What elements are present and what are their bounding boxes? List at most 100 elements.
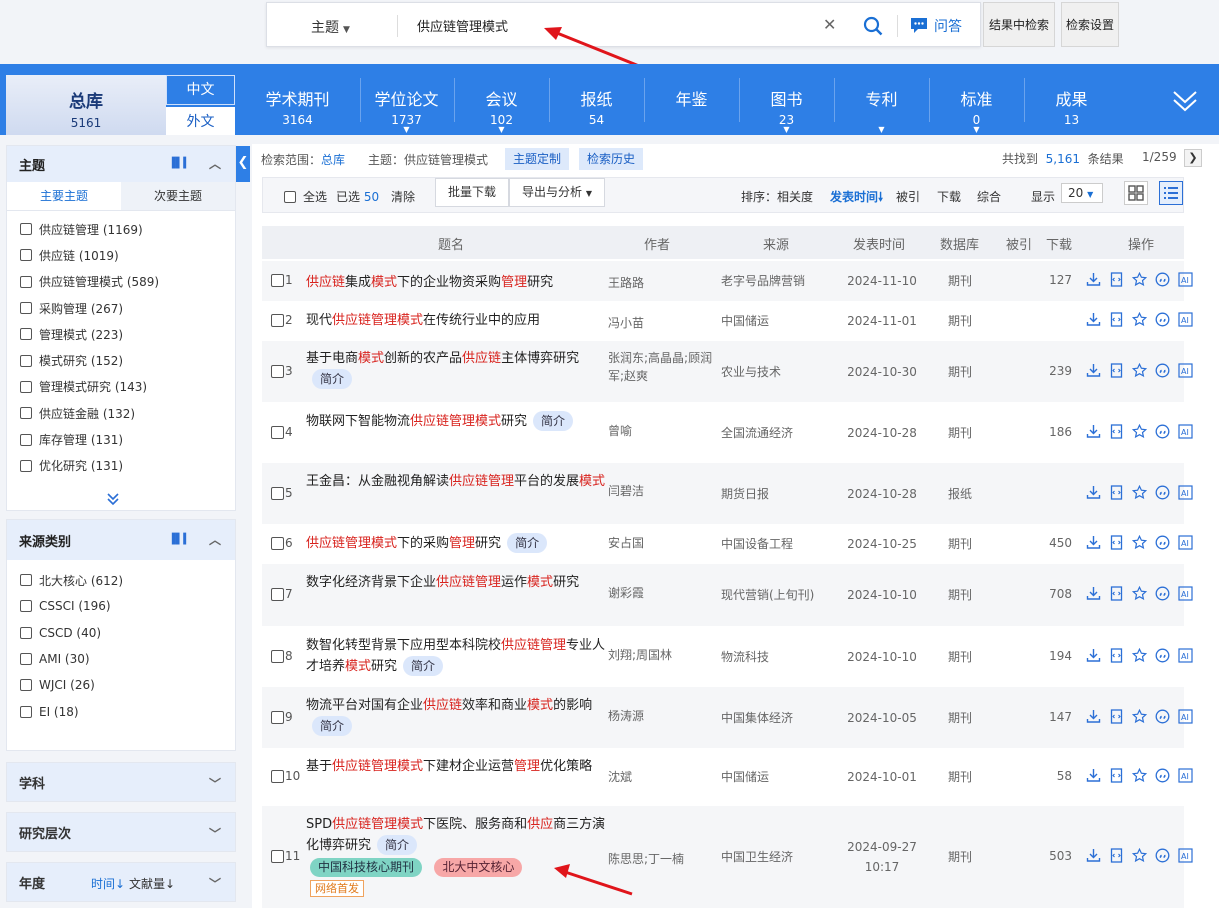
result-title[interactable]: 数智化转型背景下应用型本科院校供应链管理专业人才培养模式研究 简介	[306, 636, 606, 677]
favorite-star-icon[interactable]	[1132, 424, 1147, 439]
result-author[interactable]: 刘翔;周国林	[608, 646, 718, 664]
topic-item[interactable]: 模式研究 (152)	[7, 347, 235, 373]
grid-view-button[interactable]	[1124, 181, 1148, 205]
ai-icon[interactable]: AI	[1178, 535, 1193, 550]
col-title[interactable]: 题名	[438, 234, 464, 253]
html-read-icon[interactable]	[1109, 586, 1124, 601]
result-source[interactable]: 物流科技	[721, 648, 769, 665]
result-author[interactable]: 冯小苗	[608, 314, 718, 332]
result-author[interactable]: 曾喻	[608, 422, 718, 440]
bar-chart-icon[interactable]: ▐▌▍	[168, 534, 191, 545]
source-item[interactable]: AMI (30)	[7, 646, 235, 672]
nav-item-books[interactable]: 图书 23 ▼	[739, 64, 834, 135]
topic-item[interactable]: 管理模式 (223)	[7, 321, 235, 347]
result-title[interactable]: 王金昌：从金融视角解读供应链管理平台的发展模式	[306, 472, 606, 492]
checkbox[interactable]	[20, 380, 32, 393]
topic-item[interactable]: 库存管理 (131)	[7, 426, 235, 452]
result-title[interactable]: 现代供应链管理模式在传统行业中的应用	[306, 311, 606, 331]
download-icon[interactable]	[1086, 485, 1101, 500]
checkbox[interactable]	[20, 705, 32, 718]
nav-item-theses[interactable]: 学位论文 1737 ▼	[359, 64, 454, 135]
result-author[interactable]: 谢彩霞	[608, 584, 718, 602]
quote-icon[interactable]	[1155, 586, 1170, 601]
row-checkbox[interactable]	[271, 487, 284, 500]
sort-combined[interactable]: 综合	[977, 188, 1001, 205]
quote-icon[interactable]	[1155, 272, 1170, 287]
topic-item[interactable]: 管理模式研究 (143)	[7, 374, 235, 400]
abstract-pill[interactable]: 简介	[403, 656, 444, 676]
quote-icon[interactable]	[1155, 424, 1170, 439]
html-read-icon[interactable]	[1109, 363, 1124, 378]
row-checkbox[interactable]	[271, 537, 284, 550]
source-item[interactable]: EI (18)	[7, 698, 235, 724]
topic-item[interactable]: 优化研究 (131)	[7, 453, 235, 479]
tab-secondary-topic[interactable]: 次要主题	[121, 182, 235, 210]
checkbox[interactable]	[20, 407, 32, 420]
batch-download-button[interactable]: 批量下载	[435, 178, 509, 207]
clear-icon[interactable]: ✕	[823, 15, 836, 34]
checkbox[interactable]	[20, 302, 32, 315]
nav-item-patents[interactable]: 专利 ▼	[834, 64, 929, 135]
page-size-select[interactable]: 20 ▼	[1061, 183, 1103, 203]
result-source[interactable]: 农业与技术	[721, 363, 781, 380]
download-icon[interactable]	[1086, 312, 1101, 327]
export-analysis-button[interactable]: 导出与分析 ▼	[509, 178, 605, 207]
ai-icon[interactable]: AI	[1178, 424, 1193, 439]
row-checkbox[interactable]	[271, 274, 284, 287]
search-icon[interactable]	[863, 16, 883, 40]
abstract-pill[interactable]: 简介	[533, 411, 574, 431]
result-title[interactable]: 数字化经济背景下企业供应链管理运作模式研究	[306, 573, 606, 593]
source-filter-header[interactable]: 来源类别 ▐▌▍ ︿	[7, 520, 235, 560]
list-view-button[interactable]	[1159, 181, 1183, 205]
next-page-button[interactable]: ❯	[1184, 149, 1202, 167]
quote-icon[interactable]	[1155, 363, 1170, 378]
html-read-icon[interactable]	[1109, 312, 1124, 327]
favorite-star-icon[interactable]	[1132, 535, 1147, 550]
ai-icon[interactable]: AI	[1178, 586, 1193, 601]
search-history-button[interactable]: 检索历史	[579, 148, 644, 170]
topic-item[interactable]: 供应链管理 (1169)	[7, 216, 235, 242]
row-checkbox[interactable]	[271, 770, 284, 783]
favorite-star-icon[interactable]	[1132, 312, 1147, 327]
favorite-star-icon[interactable]	[1132, 485, 1147, 500]
topic-item[interactable]: 供应链管理模式 (589)	[7, 269, 235, 295]
source-item[interactable]: CSCD (40)	[7, 620, 235, 646]
html-read-icon[interactable]	[1109, 709, 1124, 724]
checkbox[interactable]	[20, 679, 32, 692]
html-read-icon[interactable]	[1109, 535, 1124, 550]
quote-icon[interactable]	[1155, 709, 1170, 724]
download-icon[interactable]	[1086, 272, 1101, 287]
abstract-pill[interactable]: 简介	[312, 716, 353, 736]
favorite-star-icon[interactable]	[1132, 586, 1147, 601]
qa-button[interactable]: 问答	[909, 16, 962, 36]
row-checkbox[interactable]	[271, 426, 284, 439]
topic-item[interactable]: 供应链 (1019)	[7, 242, 235, 268]
nav-item-conference[interactable]: 会议 102 ▼	[454, 64, 549, 135]
ai-icon[interactable]: AI	[1178, 709, 1193, 724]
result-author[interactable]: 王路路	[608, 274, 718, 292]
source-item[interactable]: CSSCI (196)	[7, 593, 235, 619]
topic-item[interactable]: 供应链金融 (132)	[7, 400, 235, 426]
nav-item-standards[interactable]: 标准 0 ▼	[929, 64, 1024, 135]
checkbox[interactable]	[284, 190, 296, 203]
search-settings-button[interactable]: 检索设置	[1061, 2, 1119, 47]
nav-item-newspaper[interactable]: 报纸 54	[549, 64, 644, 135]
quote-icon[interactable]	[1155, 768, 1170, 783]
result-title[interactable]: 供应链集成模式下的企业物资采购管理研究	[306, 273, 606, 293]
ai-icon[interactable]: AI	[1178, 768, 1193, 783]
sort-downloads[interactable]: 下载	[937, 188, 961, 205]
source-item[interactable]: 北大核心 (612)	[7, 567, 235, 593]
html-read-icon[interactable]	[1109, 848, 1124, 863]
checkbox[interactable]	[20, 653, 32, 666]
html-read-icon[interactable]	[1109, 424, 1124, 439]
result-source[interactable]: 期货日报	[721, 485, 769, 502]
download-icon[interactable]	[1086, 709, 1101, 724]
sort-date[interactable]: 发表时间🠗	[830, 188, 883, 209]
nav-item-achievements[interactable]: 成果 13	[1024, 64, 1119, 135]
nav-total-tab[interactable]: 总库 5161	[6, 75, 166, 135]
clear-selection[interactable]: 清除	[391, 188, 415, 205]
result-source[interactable]: 全国流通经济	[721, 424, 793, 441]
result-title[interactable]: 供应链管理模式下的采购管理研究 简介	[306, 533, 606, 554]
favorite-star-icon[interactable]	[1132, 648, 1147, 663]
checkbox[interactable]	[20, 600, 32, 613]
